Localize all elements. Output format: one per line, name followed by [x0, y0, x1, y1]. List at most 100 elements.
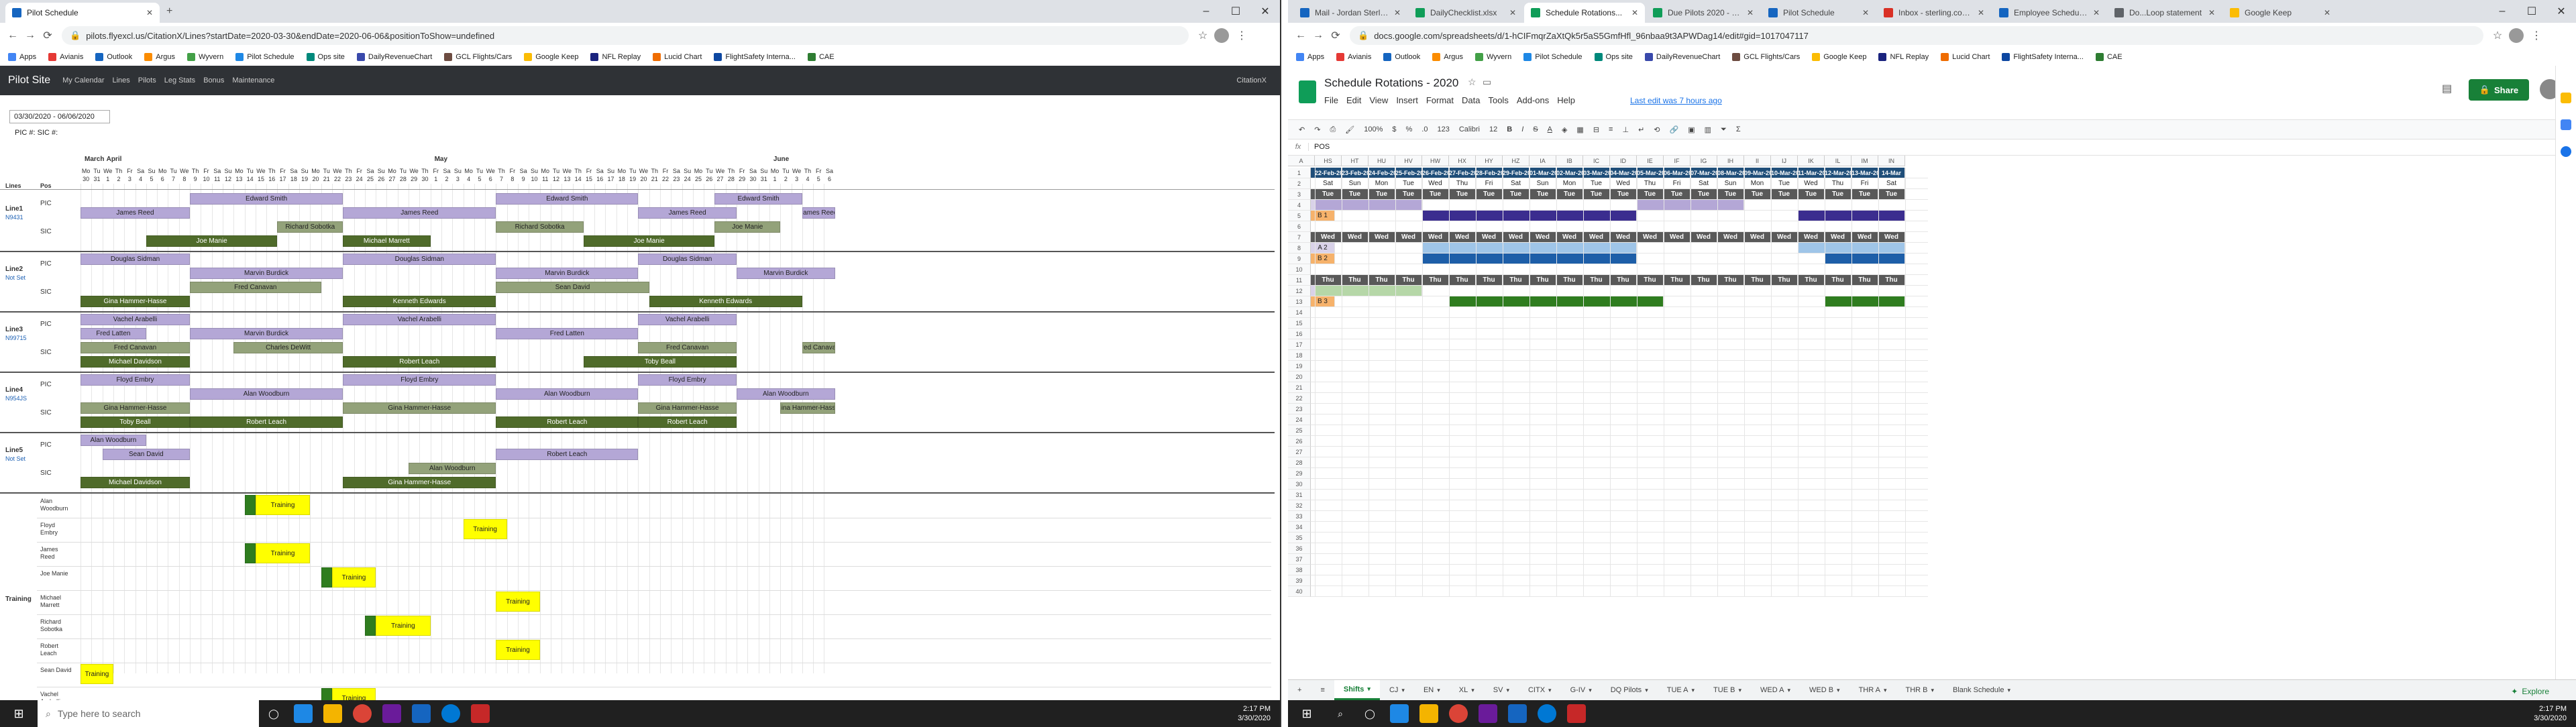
group-header-cell[interactable]: Wed [1583, 232, 1610, 243]
weekday-cell[interactable]: Sun [1529, 178, 1556, 189]
group-header-cell[interactable]: Wed [1664, 232, 1690, 243]
decimal-icon[interactable]: .0 [1421, 125, 1428, 133]
shift-fill[interactable] [1825, 254, 1905, 264]
line-label[interactable]: Line2 [5, 266, 23, 274]
weekday-cell[interactable]: Wed [1798, 178, 1825, 189]
row-header[interactable]: 27 [1288, 447, 1311, 457]
row-header[interactable]: 35 [1288, 533, 1311, 543]
column-header[interactable]: HZ [1503, 156, 1529, 166]
group-header-cell[interactable]: Thu [1771, 275, 1798, 286]
sic-assignment[interactable]: Gina Hammer-Hasse [343, 402, 496, 414]
row-header[interactable]: 25 [1288, 425, 1311, 436]
pic-assignment[interactable]: Douglas Sidman [80, 254, 190, 265]
print-icon[interactable]: ⎙ [1330, 125, 1336, 134]
date-cell[interactable]: 05-Mar-20 [1637, 168, 1664, 178]
messenger-icon[interactable] [1538, 704, 1556, 723]
training-block[interactable]: Training [255, 495, 311, 515]
group-header-cell[interactable]: Wed [1529, 232, 1556, 243]
maximize-icon[interactable]: ☐ [1221, 0, 1250, 23]
bookmark-10[interactable]: NFL Replay [590, 53, 641, 61]
row-header[interactable]: 28 [1288, 457, 1311, 468]
nav-link-0[interactable]: My Calendar [62, 76, 104, 85]
row-header[interactable]: 19 [1288, 361, 1311, 372]
row-header[interactable]: 18 [1288, 350, 1311, 361]
training-block[interactable]: Training [255, 543, 311, 563]
sheet-tab-0[interactable]: Shifts ▾ [1334, 680, 1380, 700]
sic-assignment[interactable]: Michael Davidson [80, 356, 190, 368]
forward-icon[interactable]: → [23, 28, 38, 43]
outlook-icon[interactable] [1508, 704, 1527, 723]
bookmark-13[interactable]: CAE [807, 53, 835, 61]
windows-start-icon[interactable]: ⊞ [5, 704, 32, 723]
group-header-cell[interactable]: Wed [1315, 232, 1342, 243]
weekday-cell[interactable]: Fri [1664, 178, 1690, 189]
comment-add-icon[interactable]: ▣ [1688, 125, 1695, 134]
group-header-cell[interactable]: Thu [1717, 275, 1744, 286]
date-cell[interactable]: 10-Mar-20 [1771, 168, 1798, 178]
date-cell[interactable]: 04-Mar-20 [1610, 168, 1637, 178]
bookmark-2[interactable]: Outlook [1383, 53, 1420, 61]
zoom-select[interactable]: 100% [1364, 125, 1383, 133]
menu-insert[interactable]: Insert [1396, 95, 1418, 105]
add-sheet-icon[interactable]: + [1288, 680, 1311, 700]
sic-assignment[interactable]: Gina Hammer-Hasse [638, 402, 737, 414]
sic-assignment[interactable]: Joe Manie [714, 221, 781, 233]
line-label[interactable]: Line5 [5, 447, 23, 455]
group-header-cell[interactable]: Tue [1395, 189, 1422, 200]
sic-assignment[interactable]: Robert Leach [638, 416, 737, 428]
sic-assignment[interactable]: Robert Leach [496, 416, 639, 428]
line-tail[interactable]: N9431 [5, 213, 23, 221]
group-header-cell[interactable]: Tue [1744, 189, 1771, 200]
row-header[interactable]: 17 [1288, 339, 1311, 350]
browser-tab-7[interactable]: Do...Loop statement ✕ [2108, 3, 2222, 23]
sheet-tab-7[interactable]: DQ Pilots ▾ [1601, 680, 1658, 700]
group-header-cell[interactable]: Wed [1368, 232, 1395, 243]
bookmark-4[interactable]: Wyvern [1475, 53, 1511, 61]
borders-icon[interactable]: ▦ [1576, 125, 1583, 134]
date-cell[interactable]: 29-Feb-20 [1503, 168, 1529, 178]
sheet-tab-2[interactable]: EN ▾ [1414, 680, 1450, 700]
function-icon[interactable]: Σ [1736, 125, 1741, 133]
training-start-block[interactable] [364, 616, 376, 636]
row-header[interactable]: 32 [1288, 500, 1311, 511]
bookmark-2[interactable]: Outlook [95, 53, 132, 61]
pic-assignment[interactable]: Robert Leach [496, 449, 639, 460]
bookmark-6[interactable]: Ops site [1594, 53, 1633, 61]
date-cell[interactable]: 06-Mar-20 [1664, 168, 1690, 178]
sheet-tab-6[interactable]: G-IV ▾ [1561, 680, 1601, 700]
date-cell[interactable]: 12-Mar-20 [1825, 168, 1851, 178]
row-header[interactable]: 30 [1288, 479, 1311, 490]
weekday-cell[interactable]: Sat [1503, 178, 1529, 189]
close-tab-icon[interactable]: ✕ [1974, 8, 1984, 17]
redo-icon[interactable]: ↷ [1314, 125, 1320, 134]
sic-assignment[interactable]: Robert Leach [343, 356, 496, 368]
date-cell[interactable]: 01-Mar-20 [1529, 168, 1556, 178]
group-header-cell[interactable]: Tue [1717, 189, 1744, 200]
row-header[interactable]: 36 [1288, 543, 1311, 554]
row-header[interactable]: 6 [1288, 221, 1311, 232]
weekday-cell[interactable]: Tue [1771, 178, 1798, 189]
reload-icon[interactable]: ⟳ [40, 28, 55, 43]
undo-icon[interactable]: ↶ [1299, 125, 1305, 134]
bold-icon[interactable]: B [1507, 125, 1512, 133]
bookmark-12[interactable]: FlightSafety Interna... [2002, 53, 2084, 61]
row-header[interactable]: 33 [1288, 511, 1311, 522]
date-cell[interactable]: 25-Feb-20 [1395, 168, 1422, 178]
group-header-cell[interactable]: Thu [1637, 275, 1664, 286]
bookmark-5[interactable]: Pilot Schedule [1523, 53, 1582, 61]
close-tab-icon[interactable]: ✕ [1743, 8, 1754, 17]
sic-assignment[interactable]: Richard Sobotka [496, 221, 584, 233]
bookmark-13[interactable]: CAE [2095, 53, 2123, 61]
training-block[interactable]: Training [463, 519, 507, 539]
column-header[interactable]: IF [1664, 156, 1690, 166]
line-tail[interactable]: Not Set [5, 274, 25, 282]
pic-assignment[interactable]: James Reed [802, 207, 835, 219]
training-pilot-name[interactable]: Sean David [40, 667, 72, 674]
formula-input[interactable]: POS [1309, 143, 1330, 151]
column-header[interactable]: HU [1368, 156, 1395, 166]
row-header[interactable]: 29 [1288, 468, 1311, 479]
shift-fill[interactable] [1825, 296, 1905, 307]
font-select[interactable]: Calibri [1459, 125, 1480, 133]
group-header-cell[interactable]: Wed [1878, 232, 1905, 243]
all-sheets-icon[interactable]: ≡ [1311, 680, 1334, 700]
